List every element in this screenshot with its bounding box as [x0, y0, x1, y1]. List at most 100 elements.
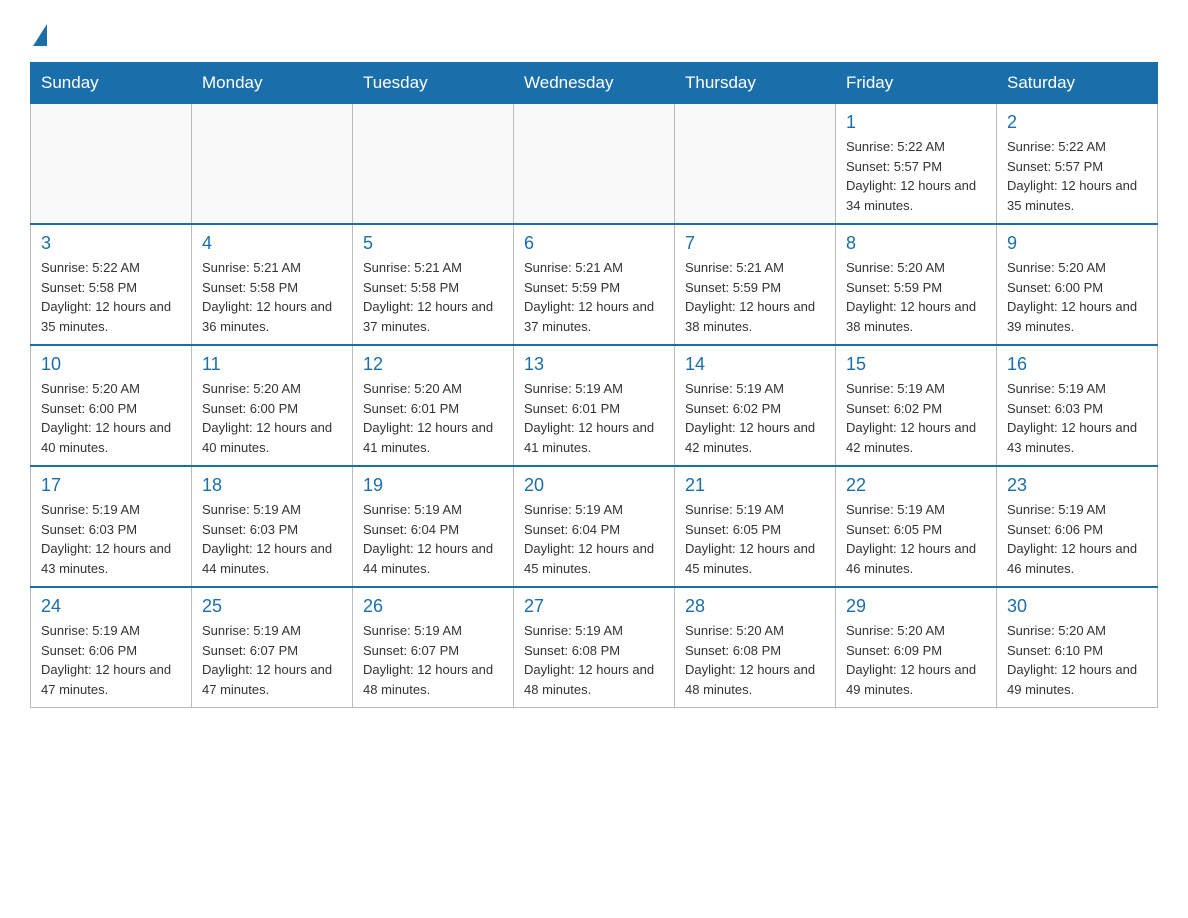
calendar-cell: 20 Sunrise: 5:19 AM Sunset: 6:04 PM Dayli…: [514, 466, 675, 587]
day-number: 27: [524, 596, 664, 617]
calendar-cell: 4 Sunrise: 5:21 AM Sunset: 5:58 PM Daylig…: [192, 224, 353, 345]
calendar-week-row: 10 Sunrise: 5:20 AM Sunset: 6:00 PM Dayli…: [31, 345, 1158, 466]
day-number: 6: [524, 233, 664, 254]
day-number: 18: [202, 475, 342, 496]
calendar-cell: 25 Sunrise: 5:19 AM Sunset: 6:07 PM Dayli…: [192, 587, 353, 708]
day-info: Sunrise: 5:20 AM Sunset: 5:59 PM Dayligh…: [846, 258, 986, 336]
day-info: Sunrise: 5:21 AM Sunset: 5:59 PM Dayligh…: [685, 258, 825, 336]
day-info: Sunrise: 5:19 AM Sunset: 6:03 PM Dayligh…: [1007, 379, 1147, 457]
day-number: 21: [685, 475, 825, 496]
calendar-cell: 18 Sunrise: 5:19 AM Sunset: 6:03 PM Dayli…: [192, 466, 353, 587]
weekday-header-row: SundayMondayTuesdayWednesdayThursdayFrid…: [31, 63, 1158, 104]
day-number: 1: [846, 112, 986, 133]
day-number: 29: [846, 596, 986, 617]
calendar-cell: 27 Sunrise: 5:19 AM Sunset: 6:08 PM Dayli…: [514, 587, 675, 708]
day-number: 16: [1007, 354, 1147, 375]
day-number: 19: [363, 475, 503, 496]
calendar-week-row: 3 Sunrise: 5:22 AM Sunset: 5:58 PM Daylig…: [31, 224, 1158, 345]
day-info: Sunrise: 5:22 AM Sunset: 5:57 PM Dayligh…: [846, 137, 986, 215]
day-number: 4: [202, 233, 342, 254]
day-number: 10: [41, 354, 181, 375]
calendar-cell: 14Sunrise: 5:19 AM Sunset: 6:02 PM Dayli…: [675, 345, 836, 466]
day-number: 7: [685, 233, 825, 254]
calendar-cell: 6 Sunrise: 5:21 AM Sunset: 5:59 PM Daylig…: [514, 224, 675, 345]
day-info: Sunrise: 5:19 AM Sunset: 6:01 PM Dayligh…: [524, 379, 664, 457]
day-info: Sunrise: 5:20 AM Sunset: 6:09 PM Dayligh…: [846, 621, 986, 699]
weekday-header-thursday: Thursday: [675, 63, 836, 104]
calendar-cell: [31, 104, 192, 225]
calendar-cell: 30 Sunrise: 5:20 AM Sunset: 6:10 PM Dayli…: [997, 587, 1158, 708]
weekday-header-friday: Friday: [836, 63, 997, 104]
day-info: Sunrise: 5:19 AM Sunset: 6:05 PM Dayligh…: [846, 500, 986, 578]
calendar-week-row: 1 Sunrise: 5:22 AM Sunset: 5:57 PM Daylig…: [31, 104, 1158, 225]
day-number: 22: [846, 475, 986, 496]
day-info: Sunrise: 5:19 AM Sunset: 6:07 PM Dayligh…: [202, 621, 342, 699]
logo-triangle-icon: [33, 24, 47, 46]
calendar-cell: [675, 104, 836, 225]
day-info: Sunrise: 5:20 AM Sunset: 6:01 PM Dayligh…: [363, 379, 503, 457]
day-info: Sunrise: 5:21 AM Sunset: 5:58 PM Dayligh…: [202, 258, 342, 336]
logo: [30, 20, 78, 42]
calendar-cell: 22 Sunrise: 5:19 AM Sunset: 6:05 PM Dayli…: [836, 466, 997, 587]
weekday-header-wednesday: Wednesday: [514, 63, 675, 104]
calendar-cell: 3 Sunrise: 5:22 AM Sunset: 5:58 PM Daylig…: [31, 224, 192, 345]
calendar-cell: 28Sunrise: 5:20 AM Sunset: 6:08 PM Dayli…: [675, 587, 836, 708]
calendar-cell: 21 Sunrise: 5:19 AM Sunset: 6:05 PM Dayli…: [675, 466, 836, 587]
day-info: Sunrise: 5:20 AM Sunset: 6:00 PM Dayligh…: [1007, 258, 1147, 336]
day-info: Sunrise: 5:21 AM Sunset: 5:58 PM Dayligh…: [363, 258, 503, 336]
calendar-cell: 19 Sunrise: 5:19 AM Sunset: 6:04 PM Dayli…: [353, 466, 514, 587]
calendar-cell: 17 Sunrise: 5:19 AM Sunset: 6:03 PM Dayli…: [31, 466, 192, 587]
calendar-cell: 7 Sunrise: 5:21 AM Sunset: 5:59 PM Daylig…: [675, 224, 836, 345]
day-info: Sunrise: 5:19 AM Sunset: 6:04 PM Dayligh…: [363, 500, 503, 578]
calendar-table: SundayMondayTuesdayWednesdayThursdayFrid…: [30, 62, 1158, 708]
calendar-cell: [353, 104, 514, 225]
day-info: Sunrise: 5:21 AM Sunset: 5:59 PM Dayligh…: [524, 258, 664, 336]
weekday-header-saturday: Saturday: [997, 63, 1158, 104]
day-number: 13: [524, 354, 664, 375]
day-info: Sunrise: 5:20 AM Sunset: 6:10 PM Dayligh…: [1007, 621, 1147, 699]
day-number: 26: [363, 596, 503, 617]
weekday-header-sunday: Sunday: [31, 63, 192, 104]
day-number: 3: [41, 233, 181, 254]
calendar-cell: [192, 104, 353, 225]
day-info: Sunrise: 5:19 AM Sunset: 6:07 PM Dayligh…: [363, 621, 503, 699]
calendar-cell: 8 Sunrise: 5:20 AM Sunset: 5:59 PM Daylig…: [836, 224, 997, 345]
day-number: 20: [524, 475, 664, 496]
calendar-cell: 2Sunrise: 5:22 AM Sunset: 5:57 PM Daylig…: [997, 104, 1158, 225]
day-number: 30: [1007, 596, 1147, 617]
day-number: 15: [846, 354, 986, 375]
day-number: 24: [41, 596, 181, 617]
calendar-cell: 10 Sunrise: 5:20 AM Sunset: 6:00 PM Dayli…: [31, 345, 192, 466]
day-info: Sunrise: 5:19 AM Sunset: 6:02 PM Dayligh…: [685, 379, 825, 457]
day-info: Sunrise: 5:19 AM Sunset: 6:04 PM Dayligh…: [524, 500, 664, 578]
calendar-cell: 5 Sunrise: 5:21 AM Sunset: 5:58 PM Daylig…: [353, 224, 514, 345]
day-info: Sunrise: 5:19 AM Sunset: 6:03 PM Dayligh…: [41, 500, 181, 578]
day-info: Sunrise: 5:19 AM Sunset: 6:06 PM Dayligh…: [41, 621, 181, 699]
day-info: Sunrise: 5:19 AM Sunset: 6:08 PM Dayligh…: [524, 621, 664, 699]
calendar-cell: 16 Sunrise: 5:19 AM Sunset: 6:03 PM Dayli…: [997, 345, 1158, 466]
day-info: Sunrise: 5:22 AM Sunset: 5:58 PM Dayligh…: [41, 258, 181, 336]
day-info: Sunrise: 5:20 AM Sunset: 6:00 PM Dayligh…: [202, 379, 342, 457]
calendar-cell: 29 Sunrise: 5:20 AM Sunset: 6:09 PM Dayli…: [836, 587, 997, 708]
weekday-header-monday: Monday: [192, 63, 353, 104]
calendar-cell: 1 Sunrise: 5:22 AM Sunset: 5:57 PM Daylig…: [836, 104, 997, 225]
calendar-cell: 15 Sunrise: 5:19 AM Sunset: 6:02 PM Dayli…: [836, 345, 997, 466]
day-info: Sunrise: 5:20 AM Sunset: 6:08 PM Dayligh…: [685, 621, 825, 699]
page-header: [30, 20, 1158, 42]
day-info: Sunrise: 5:20 AM Sunset: 6:00 PM Dayligh…: [41, 379, 181, 457]
day-number: 17: [41, 475, 181, 496]
day-number: 9: [1007, 233, 1147, 254]
calendar-cell: 13 Sunrise: 5:19 AM Sunset: 6:01 PM Dayli…: [514, 345, 675, 466]
calendar-cell: 26 Sunrise: 5:19 AM Sunset: 6:07 PM Dayli…: [353, 587, 514, 708]
weekday-header-tuesday: Tuesday: [353, 63, 514, 104]
day-number: 11: [202, 354, 342, 375]
day-info: Sunrise: 5:19 AM Sunset: 6:05 PM Dayligh…: [685, 500, 825, 578]
day-number: 5: [363, 233, 503, 254]
day-info: Sunrise: 5:19 AM Sunset: 6:03 PM Dayligh…: [202, 500, 342, 578]
day-number: 2: [1007, 112, 1147, 133]
day-number: 25: [202, 596, 342, 617]
day-info: Sunrise: 5:19 AM Sunset: 6:02 PM Dayligh…: [846, 379, 986, 457]
day-info: Sunrise: 5:19 AM Sunset: 6:06 PM Dayligh…: [1007, 500, 1147, 578]
day-number: 23: [1007, 475, 1147, 496]
day-number: 8: [846, 233, 986, 254]
